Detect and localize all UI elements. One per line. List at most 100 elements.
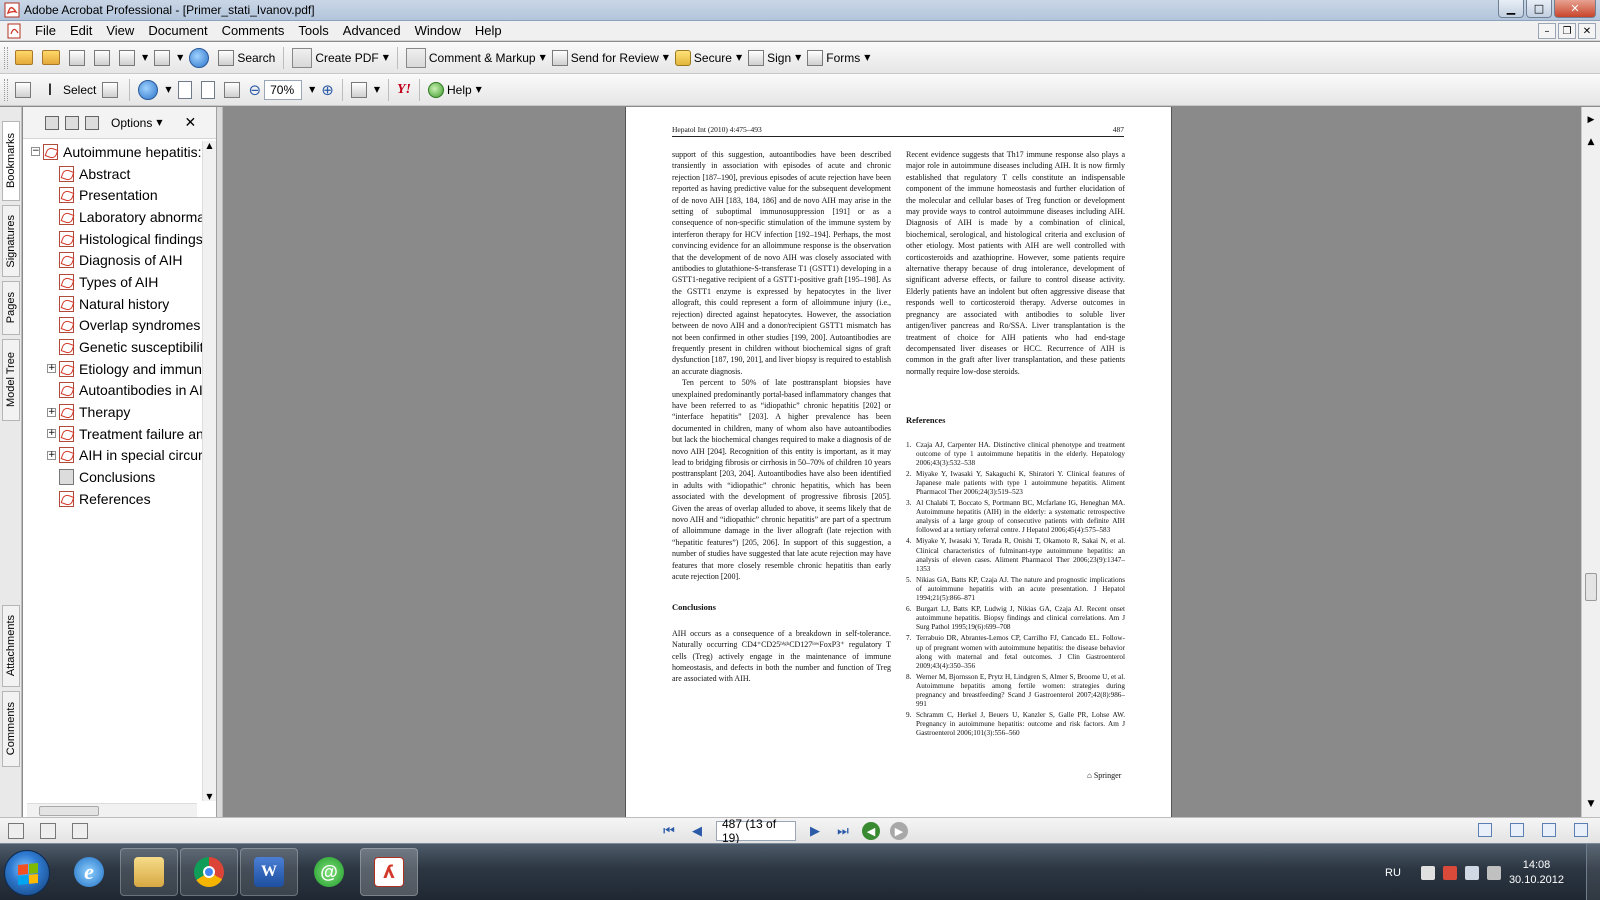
open-button[interactable] [12,46,39,70]
bookmark-item[interactable]: Overlap syndromes w [23,315,203,337]
bookmark-item[interactable]: Natural history [23,293,203,315]
menu-file[interactable]: File [28,21,63,41]
show-desktop-button[interactable] [1586,844,1600,900]
bookmark-item[interactable]: + Treatment failure and [23,423,203,445]
taskbar-acrobat[interactable]: ʎ [360,848,418,896]
save-button[interactable] [66,46,91,70]
zoom-in-button[interactable]: ⊕ [318,78,337,102]
create-pdf-button[interactable]: Create PDF ▼ [289,46,392,70]
rotate-button[interactable]: ▼ [348,78,383,102]
network-icon[interactable] [1464,865,1479,880]
taskbar-word[interactable]: W [240,848,298,896]
layers-icon[interactable] [40,822,56,839]
help-button[interactable]: Help ▼ [425,78,485,102]
bookmark-item[interactable]: Types of AIH [23,271,203,293]
split-arrow-icon[interactable]: ▶ [1585,115,1597,127]
actual-size-button[interactable] [175,78,198,102]
collapse-icon[interactable]: − [31,147,40,157]
go-forward-button[interactable]: ▶ [890,822,908,840]
tab-model-tree[interactable]: Model Tree [2,339,20,421]
minimize-button[interactable]: ▁ [1498,0,1524,18]
toolbar-grip[interactable] [4,78,8,101]
comment-markup-button[interactable]: Comment & Markup ▼ [403,46,549,70]
select-tool-button[interactable]: I Select [37,78,99,102]
scroll-up-icon[interactable]: ▲ [203,141,216,150]
expand-icon[interactable]: + [47,407,56,417]
attach-button[interactable]: ▼ [151,46,186,70]
doc-restore-button[interactable]: ❐ [1558,23,1576,39]
bookmarks-vertical-scrollbar[interactable]: ▲ ▼ [202,141,216,801]
doc-close-button[interactable]: ✕ [1578,23,1596,39]
expand-icon[interactable]: + [47,364,56,374]
yahoo-button[interactable]: Y! [394,78,414,102]
last-page-button[interactable]: ⏭ [834,824,852,839]
clock[interactable]: 14:08 30.10.2012 [1509,858,1564,888]
continuous-icon[interactable] [1510,823,1524,837]
menu-edit[interactable]: Edit [63,21,99,41]
tab-comments[interactable]: Comments [2,691,20,767]
facing-icon[interactable] [1542,823,1556,837]
web-button[interactable] [186,46,215,70]
options-menu[interactable]: Options ▼ [111,116,163,130]
volume-muted-icon[interactable] [1486,865,1501,880]
paperclip-icon[interactable] [8,822,24,839]
menu-document[interactable]: Document [141,21,214,41]
page-number-input[interactable]: 487 (13 of 19) [716,817,796,845]
expand-bookmark-icon[interactable] [85,115,99,130]
tab-pages[interactable]: Pages [2,281,20,335]
bookmark-item[interactable]: Abstract [23,163,203,185]
previous-page-button[interactable]: ◀ [688,824,706,839]
page-info-icon[interactable] [72,822,88,839]
organizer-button[interactable] [39,46,66,70]
continuous-facing-icon[interactable] [1574,823,1588,837]
next-page-button[interactable]: ▶ [806,824,824,839]
bookmark-item[interactable]: Laboratory abnormal [23,206,203,228]
taskbar-mail-agent[interactable]: @ [300,848,358,896]
menu-comments[interactable]: Comments [215,21,292,41]
sign-button[interactable]: Sign ▼ [745,46,804,70]
zoom-level-input[interactable]: 70% [264,79,303,100]
taskbar-chrome[interactable] [180,848,238,896]
bookmark-item[interactable]: Histological findings [23,228,203,250]
snapshot-button[interactable] [99,78,124,102]
menu-window[interactable]: Window [408,21,468,41]
trash-icon[interactable] [45,115,59,130]
zoom-out-button[interactable]: ⊖ [246,78,265,102]
zoom-dropdown[interactable]: ▼ [302,78,318,102]
scroll-thumb[interactable] [1585,573,1597,601]
bookmark-item[interactable]: Diagnosis of AIH [23,249,203,271]
bookmark-item[interactable]: References [23,488,203,510]
maximize-button[interactable]: □ [1526,0,1552,18]
bookmarks-horizontal-scrollbar[interactable] [27,803,197,817]
fit-page-button[interactable] [198,78,221,102]
bookmark-item[interactable]: + Therapy [23,401,203,423]
scroll-down-icon[interactable]: ▼ [1585,799,1597,811]
language-indicator[interactable]: RU [1385,867,1401,879]
scroll-thumb[interactable] [39,806,99,816]
send-for-review-button[interactable]: Send for Review ▼ [549,46,672,70]
bookmark-item[interactable]: Conclusions [23,466,203,488]
go-back-button[interactable]: ◀ [862,822,880,840]
bookmark-root[interactable]: − Autoimmune hepatitis: [23,141,203,163]
search-button[interactable]: Search [215,46,278,70]
scroll-up-icon[interactable]: ▲ [1585,137,1597,149]
taskbar-explorer[interactable] [120,848,178,896]
zoom-tool-button[interactable]: ▼ [135,78,174,102]
close-panel-icon[interactable]: ✕ [185,115,197,131]
bookmark-item[interactable]: Presentation [23,184,203,206]
bookmark-item[interactable]: Autoantibodies in AII [23,380,203,402]
new-bookmark-icon[interactable] [65,115,79,130]
expand-icon[interactable]: + [47,450,56,460]
secure-button[interactable]: Secure ▼ [672,46,745,70]
close-button[interactable]: ✕ [1554,0,1596,18]
document-vertical-scrollbar[interactable]: ▶ ▲ ▼ [1581,107,1600,817]
bookmark-item[interactable]: + Etiology and immuno [23,358,203,380]
tab-attachments[interactable]: Attachments [2,605,20,687]
start-button[interactable] [4,850,50,896]
tab-signatures[interactable]: Signatures [2,205,20,277]
fit-width-button[interactable] [221,78,246,102]
document-icon[interactable] [6,23,24,39]
menu-advanced[interactable]: Advanced [336,21,408,41]
toolbar-grip[interactable] [4,46,8,69]
menu-tools[interactable]: Tools [291,21,335,41]
